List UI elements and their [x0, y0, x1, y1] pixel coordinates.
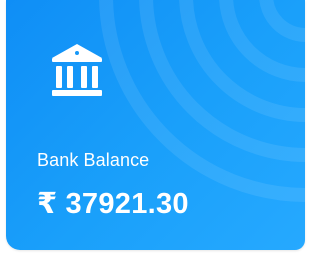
balance-amount: ₹37921.30 [37, 186, 189, 221]
screen: Bank Balance ₹37921.30 [0, 0, 305, 253]
currency-symbol: ₹ [37, 186, 58, 220]
balance-label: Bank Balance [37, 150, 150, 170]
bank-balance-card[interactable]: Bank Balance ₹37921.30 [6, 0, 305, 250]
bank-icon [52, 44, 102, 96]
balance-value: 37921.30 [65, 188, 189, 220]
